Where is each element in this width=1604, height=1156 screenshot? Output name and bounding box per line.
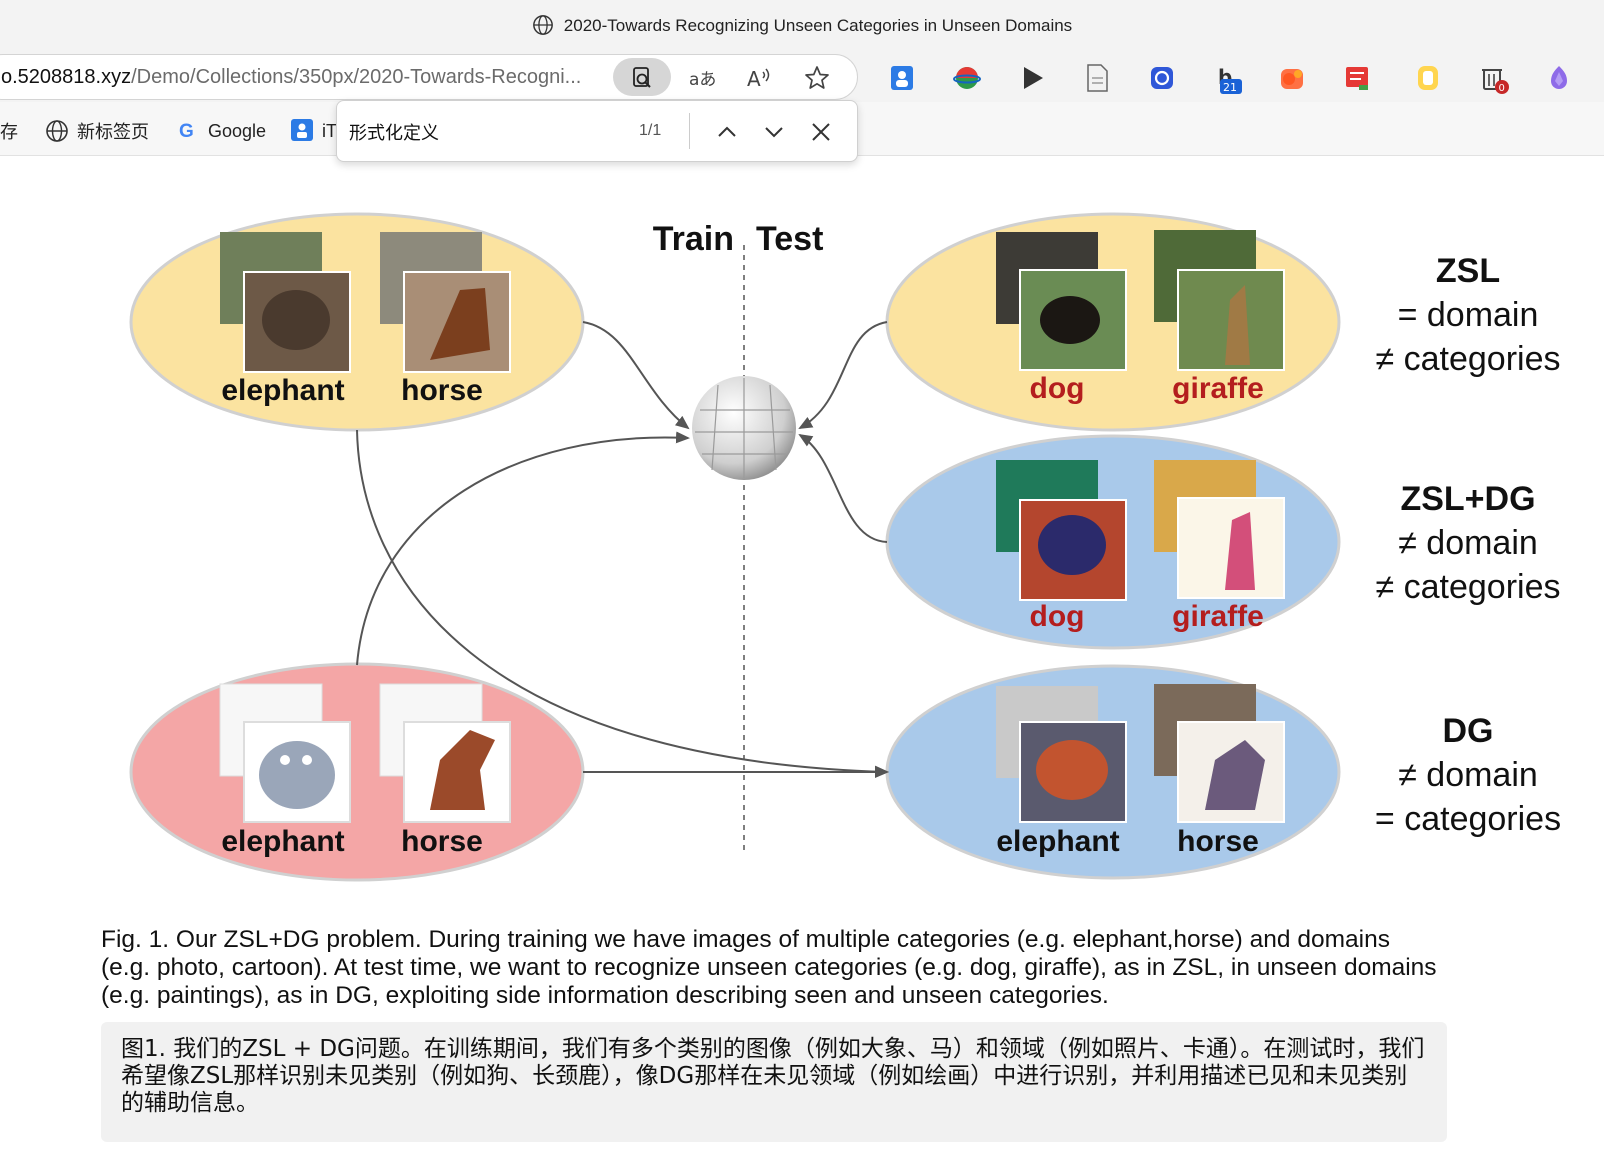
arrow-zsldg-to-wiki <box>798 433 888 543</box>
figure-caption-chinese: 图1. 我们的ZSL + DG问题。在训练期间，我们有多个类别的图像（例如大象、… <box>101 1022 1447 1142</box>
window-title: 2020-Towards Recognizing Unseen Categori… <box>563 16 1073 35</box>
train-photo-label-horse: horse <box>401 374 483 407</box>
address-bar[interactable]: o.5208818.xyz/Demo/Collections/350px/202… <box>0 54 858 100</box>
app-icon <box>291 119 313 141</box>
side-label-dg-title: DG <box>1443 712 1494 750</box>
window-title-wrap: 2020-Towards Recognizing Unseen Categori… <box>0 14 1604 36</box>
find-bar: 形式化定义 1/1 <box>336 100 858 162</box>
trash-ext-icon[interactable]: 0 <box>1477 62 1509 94</box>
side-label-zsl-line2: ≠ categories <box>1376 340 1561 378</box>
address-url[interactable]: o.5208818.xyz/Demo/Collections/350px/202… <box>1 66 591 89</box>
favorite-star-icon[interactable] <box>803 64 831 92</box>
find-input[interactable]: 形式化定义 <box>349 119 439 145</box>
train-label: Train <box>653 220 734 258</box>
document-ext-icon[interactable] <box>1081 62 1113 94</box>
train-cartoon-label-horse: horse <box>401 825 483 858</box>
blue-chat-ext-icon[interactable] <box>1146 62 1178 94</box>
person-ext-icon[interactable] <box>886 62 918 94</box>
wikipedia-globe-icon <box>692 376 796 480</box>
test-dg-label-elephant: elephant <box>996 825 1119 858</box>
test-zsldg-label-dog: dog <box>1030 600 1085 633</box>
test-zsldg-label-giraffe: giraffe <box>1172 600 1264 633</box>
b-badge-ext-icon[interactable]: b 21 <box>1211 62 1243 94</box>
bookmark-item-google[interactable]: G Google <box>176 118 266 142</box>
bookmark-label: iT <box>322 121 337 141</box>
train-cartoon-ellipse <box>129 662 585 882</box>
globe-icon <box>532 15 553 35</box>
test-dg-label-horse: horse <box>1177 825 1259 858</box>
test-label: Test <box>756 220 823 258</box>
window-titlebar: 2020-Towards Recognizing Unseen Categori… <box>0 0 1604 52</box>
url-path: /Demo/Collections/350px/2020-Towards-Rec… <box>131 66 582 88</box>
side-label-zsldg-title: ZSL+DG <box>1400 480 1535 518</box>
find-on-page-icon[interactable] <box>628 64 656 92</box>
trash-badge-count: 0 <box>1499 83 1505 94</box>
b-badge-count: 21 <box>1223 81 1237 94</box>
train-photo-ellipse <box>129 212 585 432</box>
test-zsl-label-dog: dog <box>1030 372 1085 405</box>
bookmark-label: 新标签页 <box>77 122 149 142</box>
figure-caption-english: Fig. 1. Our ZSL+DG problem. During train… <box>101 926 1437 1009</box>
orange-ext-icon[interactable] <box>1276 62 1308 94</box>
arrow-photo-to-wiki <box>582 321 690 430</box>
red-list-ext-icon[interactable] <box>1341 62 1373 94</box>
yellow-square-ext-icon[interactable] <box>1412 62 1444 94</box>
translate-icon[interactable]: aあ <box>687 64 715 92</box>
next-match-icon[interactable] <box>758 116 790 148</box>
globe-icon <box>46 120 68 142</box>
train-photo-label-elephant: elephant <box>221 374 344 407</box>
arrow-cartoon-to-wiki <box>356 431 690 666</box>
train-cartoon-label-elephant: elephant <box>221 825 344 858</box>
side-label-dg-line1: ≠ domain <box>1398 756 1538 794</box>
svg-text:G: G <box>179 121 194 142</box>
figure-diagram: Train Test elephant horse elephant horse… <box>129 212 1561 882</box>
google-g-icon: G <box>179 121 194 142</box>
bookmark-item-it[interactable]: iT <box>290 118 337 142</box>
colorful-globe-ext-icon[interactable] <box>951 62 983 94</box>
previous-match-icon[interactable] <box>711 116 743 148</box>
bookmark-item-new-tab[interactable]: 新标签页 <box>45 118 149 144</box>
side-label-zsldg-line2: ≠ categories <box>1376 568 1561 606</box>
close-find-icon[interactable] <box>805 116 837 148</box>
bookmark-label: 存 <box>0 122 18 142</box>
read-aloud-icon[interactable]: A <box>745 64 773 92</box>
find-match-count: 1/1 <box>639 122 662 139</box>
find-divider <box>689 113 690 149</box>
bookmark-label: Google <box>208 121 267 141</box>
side-label-zsldg-line1: ≠ domain <box>1398 524 1538 562</box>
bookmark-item-partial[interactable]: 存 <box>0 118 18 144</box>
side-label-zsl-line1: = domain <box>1398 296 1539 334</box>
svg-text:aあ: aあ <box>689 70 715 90</box>
side-label-dg-line2: = categories <box>1375 800 1561 838</box>
test-zsl-label-giraffe: giraffe <box>1172 372 1264 405</box>
side-label-zsl-title: ZSL <box>1436 252 1500 290</box>
purple-gem-ext-icon[interactable] <box>1543 62 1575 94</box>
url-host: o.5208818.xyz <box>1 66 132 88</box>
play-ext-icon[interactable] <box>1016 62 1048 94</box>
svg-text:A: A <box>747 67 761 91</box>
arrow-zsl-to-wiki <box>798 321 888 429</box>
